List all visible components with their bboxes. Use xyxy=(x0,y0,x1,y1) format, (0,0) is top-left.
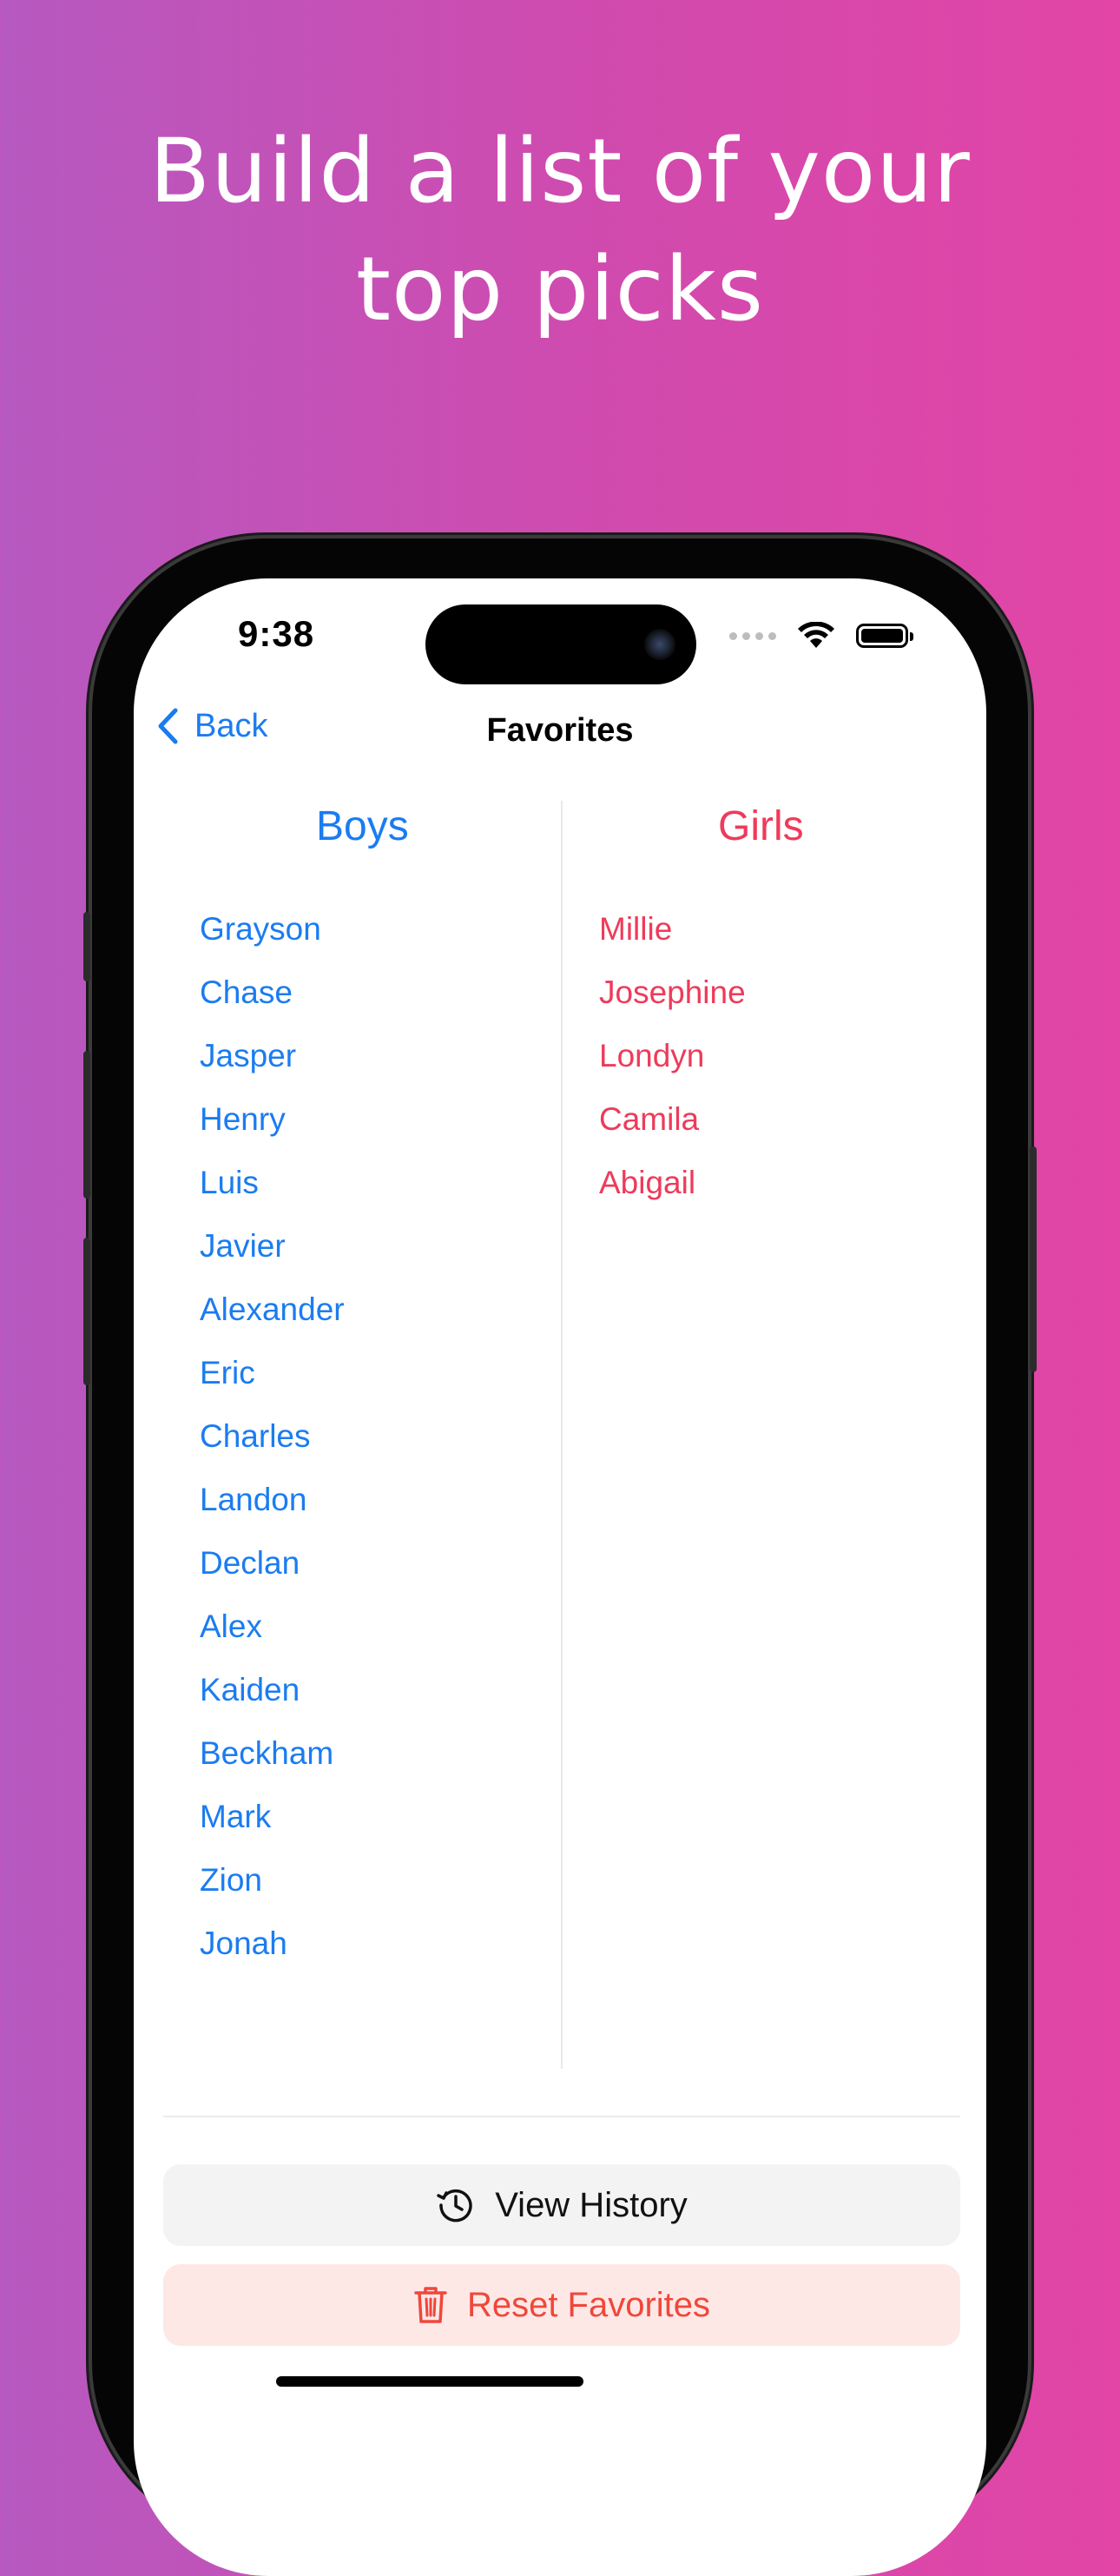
view-history-button[interactable]: View History xyxy=(163,2164,960,2246)
boys-list-item[interactable]: Jasper xyxy=(200,1037,345,1100)
boys-list-item[interactable]: Eric xyxy=(200,1354,345,1417)
boys-list-item[interactable]: Henry xyxy=(200,1100,345,1164)
girls-column-header: Girls xyxy=(718,803,804,849)
boys-name-list: Grayson Chase Jasper Henry Luis Javier A… xyxy=(200,910,345,1988)
girls-list-item[interactable]: Camila xyxy=(599,1100,746,1164)
boys-list-item[interactable]: Javier xyxy=(200,1227,345,1291)
girls-name-list: Millie Josephine Londyn Camila Abigail xyxy=(599,910,746,1227)
boys-list-item[interactable]: Luis xyxy=(200,1164,345,1227)
headline-line-2: top picks xyxy=(356,238,764,341)
action-button xyxy=(83,912,90,981)
headline: Build a list of your top picks xyxy=(0,113,1120,349)
boys-list-item[interactable]: Alex xyxy=(200,1608,345,1671)
trash-icon xyxy=(414,2287,447,2323)
dynamic-island xyxy=(425,604,696,684)
boys-list-item[interactable]: Zion xyxy=(200,1861,345,1925)
boys-list-item[interactable]: Landon xyxy=(200,1481,345,1544)
view-history-label: View History xyxy=(495,2185,688,2224)
battery-icon xyxy=(856,624,913,648)
boys-list-item[interactable]: Kaiden xyxy=(200,1671,345,1734)
history-clock-icon xyxy=(437,2189,472,2223)
phone-frame: 9:38 Back Favorites Boys Girls Grayson C… xyxy=(83,538,1037,2576)
boys-list-item[interactable]: Alexander xyxy=(200,1291,345,1354)
girls-list-item[interactable]: Millie xyxy=(599,910,746,974)
boys-list-item[interactable]: Grayson xyxy=(200,910,345,974)
actions-divider xyxy=(163,2116,960,2117)
volume-down-button xyxy=(83,1238,90,1385)
boys-list-item[interactable]: Chase xyxy=(200,974,345,1037)
boys-list-item[interactable]: Mark xyxy=(200,1798,345,1861)
girls-list-item[interactable]: Abigail xyxy=(599,1164,746,1227)
headline-line-1: Build a list of your xyxy=(149,120,971,223)
column-divider xyxy=(561,801,563,2069)
reset-favorites-button[interactable]: Reset Favorites xyxy=(163,2264,960,2346)
volume-up-button xyxy=(83,1051,90,1199)
front-camera-icon xyxy=(644,629,675,660)
boys-list-item[interactable]: Jonah xyxy=(200,1925,345,1988)
boys-list-item[interactable]: Beckham xyxy=(200,1734,345,1798)
phone-screen: 9:38 Back Favorites Boys Girls Grayson C… xyxy=(134,578,986,2576)
boys-list-item[interactable]: Charles xyxy=(200,1417,345,1481)
boys-column-header: Boys xyxy=(316,803,409,849)
status-icons xyxy=(729,622,913,650)
side-button xyxy=(1030,1146,1037,1372)
home-indicator[interactable] xyxy=(276,2376,583,2387)
page-title: Favorites xyxy=(486,712,634,749)
girls-list-item[interactable]: Londyn xyxy=(599,1037,746,1100)
status-time: 9:38 xyxy=(238,613,315,654)
cellular-dots-icon xyxy=(729,631,776,640)
girls-list-item[interactable]: Josephine xyxy=(599,974,746,1037)
boys-list-item[interactable]: Declan xyxy=(200,1544,345,1608)
wifi-icon xyxy=(798,622,834,648)
reset-favorites-label: Reset Favorites xyxy=(466,2285,711,2324)
